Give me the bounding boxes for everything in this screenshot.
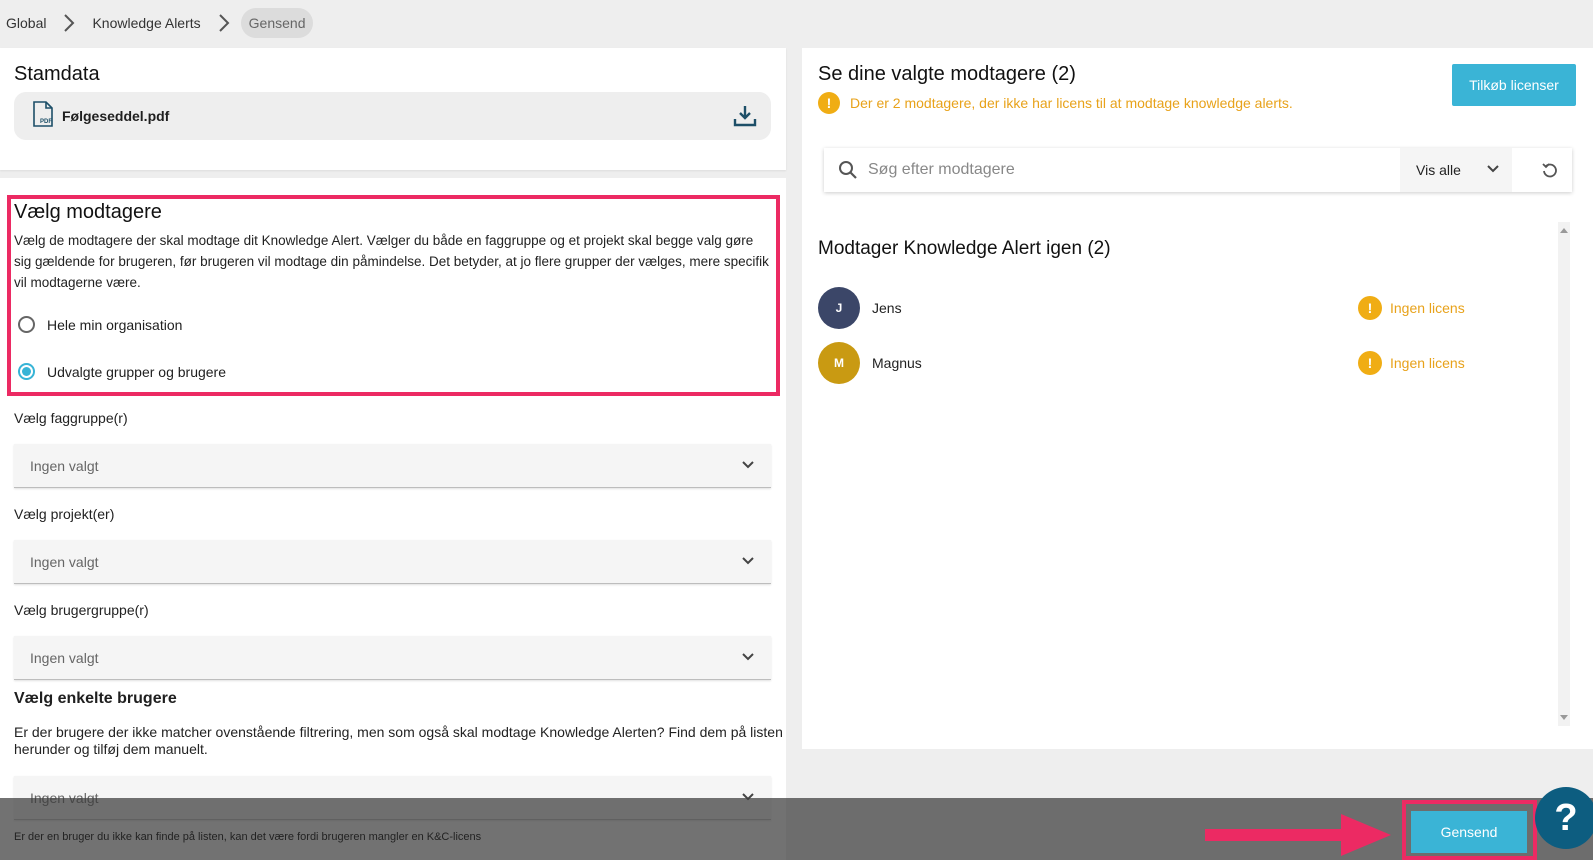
chevron-right-icon — [207, 6, 241, 40]
license-status: ! Ingen licens — [1358, 296, 1465, 320]
license-status-text: Ingen licens — [1390, 355, 1465, 371]
filter-value: Vis alle — [1416, 162, 1461, 178]
chevron-right-icon — [52, 6, 86, 40]
radio-checked[interactable] — [18, 363, 35, 380]
search-input[interactable] — [868, 161, 1388, 179]
chevron-down-icon — [741, 458, 755, 475]
svg-text:PDF: PDF — [40, 119, 52, 125]
filter-select[interactable]: Vis alle — [1400, 148, 1512, 192]
breadcrumb-item-global[interactable]: Global — [0, 15, 52, 31]
select-value: Ingen valgt — [30, 457, 99, 474]
brugergruppe-select[interactable]: Ingen valgt — [14, 636, 771, 680]
arrow-icon — [1205, 814, 1391, 856]
warning-icon: ! — [1358, 296, 1382, 320]
file-name: Følgeseddel.pdf — [62, 108, 170, 124]
recipient-name: Jens — [872, 300, 902, 316]
reset-icon[interactable] — [1540, 160, 1560, 180]
license-status-text: Ingen licens — [1390, 300, 1465, 316]
radio-unchecked[interactable] — [18, 316, 35, 333]
list-item[interactable]: J Jens ! Ingen licens — [818, 286, 1468, 330]
send-button[interactable]: Gensend — [1411, 811, 1527, 853]
avatar: J — [818, 287, 860, 329]
help-button[interactable]: ? — [1535, 787, 1593, 849]
faggruppe-select[interactable]: Ingen valgt — [14, 444, 771, 488]
single-users-description: Er der brugere der ikke matcher ovenståe… — [14, 724, 783, 757]
single-users-title: Vælg enkelte brugere — [14, 690, 177, 707]
scroll-up-icon[interactable] — [1560, 228, 1568, 233]
license-warning: ! Der er 2 modtagere, der ikke har licen… — [818, 92, 1293, 114]
chevron-down-icon — [741, 650, 755, 667]
brugergruppe-label: Vælg brugergruppe(r) — [14, 602, 149, 618]
license-status: ! Ingen licens — [1358, 351, 1465, 375]
faggruppe-label: Vælg faggruppe(r) — [14, 410, 128, 426]
recipient-list-title: Modtager Knowledge Alert igen (2) — [818, 238, 1111, 259]
recipient-search-bar: Vis alle — [824, 148, 1572, 192]
select-value: Ingen valgt — [30, 553, 99, 570]
recipient-name: Magnus — [872, 355, 922, 371]
selected-recipients-title: Se dine valgte modtagere (2) — [818, 63, 1076, 85]
avatar: M — [818, 342, 860, 384]
breadcrumb: Global Knowledge Alerts Gensend — [0, 6, 314, 40]
file-attachment[interactable]: PDF Følgeseddel.pdf — [14, 92, 771, 140]
stamdata-title: Stamdata — [14, 63, 100, 85]
radio-whole-organisation[interactable]: Hele min organisation — [18, 316, 182, 333]
radio-selected-groups[interactable]: Udvalgte grupper og brugere — [18, 363, 226, 380]
warning-icon: ! — [1358, 351, 1382, 375]
radio-label: Hele min organisation — [47, 316, 183, 333]
select-value: Ingen valgt — [30, 649, 99, 666]
warning-icon: ! — [818, 92, 840, 114]
breadcrumb-item-knowledge-alerts[interactable]: Knowledge Alerts — [86, 15, 206, 31]
chevron-down-icon — [741, 554, 755, 571]
projekt-label: Vælg projekt(er) — [14, 506, 115, 522]
missing-user-note: Er der en bruger du ikke kan finde på li… — [14, 831, 482, 843]
projekt-select[interactable]: Ingen valgt — [14, 540, 771, 584]
recipients-description: Vælg de modtagere der skal modtage dit K… — [14, 233, 769, 290]
recipients-title: Vælg modtagere — [14, 201, 162, 223]
buy-licenses-button[interactable]: Tilkøb licenser — [1452, 64, 1576, 106]
pdf-file-icon: PDF — [32, 100, 54, 132]
radio-label: Udvalgte grupper og brugere — [47, 363, 227, 380]
search-icon — [838, 159, 860, 181]
scroll-down-icon[interactable] — [1560, 715, 1568, 720]
breadcrumb-current: Gensend — [240, 8, 314, 38]
list-item[interactable]: M Magnus ! Ingen licens — [818, 341, 1468, 385]
scrollbar[interactable] — [1558, 222, 1570, 726]
download-icon[interactable] — [731, 102, 759, 130]
chevron-down-icon — [1486, 162, 1500, 179]
license-warning-text: Der er 2 modtagere, der ikke har licens … — [850, 95, 1293, 111]
